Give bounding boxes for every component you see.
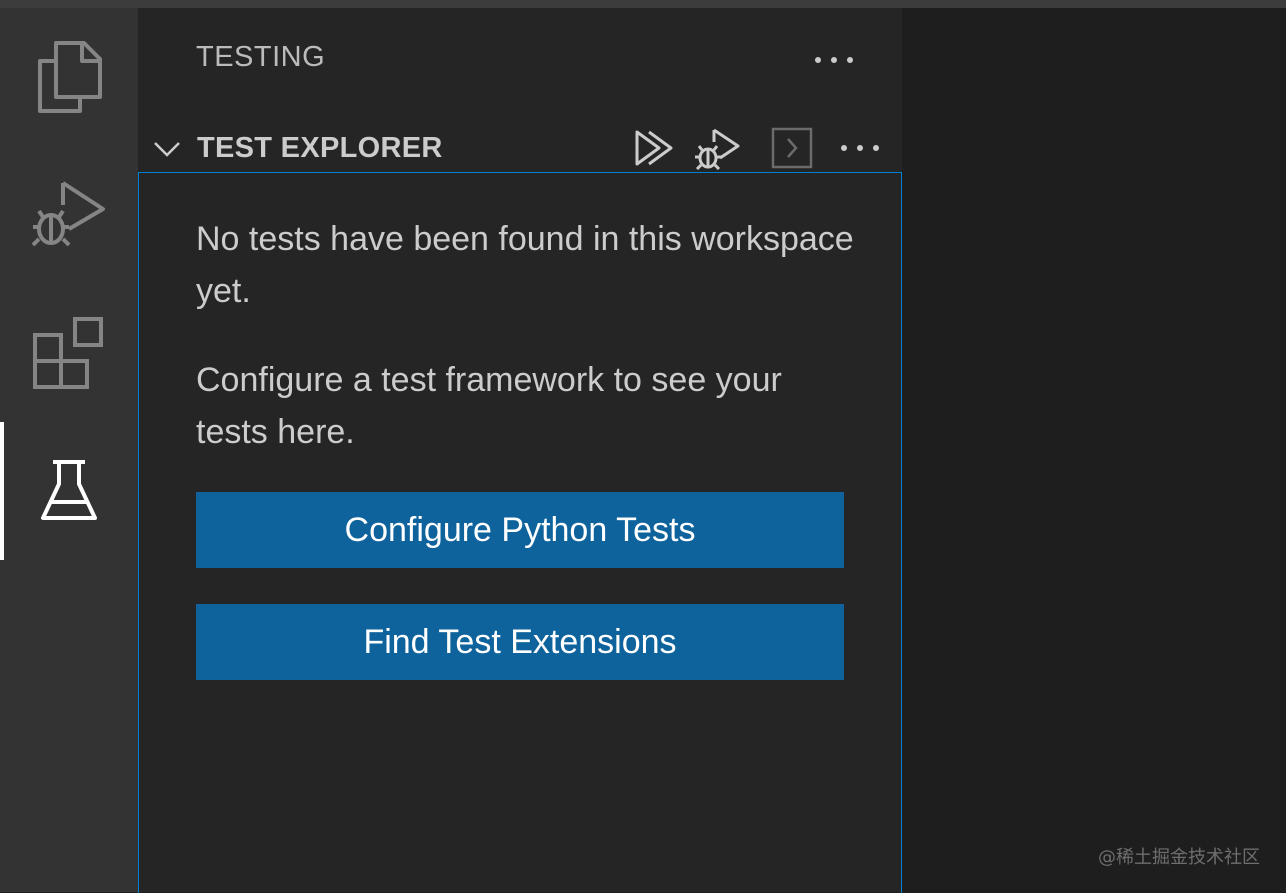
run-debug-icon	[31, 181, 105, 247]
configure-python-tests-button[interactable]: Configure Python Tests	[196, 492, 844, 568]
ellipsis-icon	[815, 57, 853, 63]
no-tests-message: No tests have been found in this workspa…	[196, 220, 854, 310]
activity-extensions[interactable]	[0, 284, 138, 422]
section-title: TEST EXPLORER	[197, 132, 443, 164]
debug-all-tests-icon	[695, 128, 740, 170]
activity-run-debug[interactable]	[0, 146, 138, 284]
chevron-down-icon[interactable]	[152, 134, 182, 164]
activity-bar	[0, 8, 138, 892]
debug-all-tests-button[interactable]	[694, 124, 742, 172]
test-explorer-header[interactable]: TEST EXPLORER	[138, 116, 902, 178]
sidebar-title: TESTING	[196, 41, 326, 73]
sidebar-more-actions[interactable]	[808, 48, 860, 72]
extensions-icon	[33, 317, 103, 389]
ellipsis-icon	[841, 145, 879, 151]
section-more-actions[interactable]	[836, 124, 884, 172]
configure-hint-message: Configure a test framework to see your t…	[196, 361, 782, 451]
testing-flask-icon	[41, 460, 97, 520]
title-bar-strip	[0, 0, 1286, 8]
find-test-extensions-button[interactable]: Find Test Extensions	[196, 604, 844, 680]
activity-explorer[interactable]	[0, 8, 138, 146]
run-all-tests-icon	[635, 130, 673, 166]
editor-area	[902, 8, 1286, 892]
show-output-icon	[771, 127, 813, 169]
watermark: @稀土掘金技术社区	[1098, 847, 1260, 868]
activity-testing[interactable]	[0, 422, 138, 560]
run-all-tests-button[interactable]	[630, 124, 678, 172]
testing-sidebar: TESTING TEST EXPLORER No tests have been…	[138, 8, 902, 893]
show-output-button[interactable]	[768, 124, 816, 172]
test-explorer-body: No tests have been found in this workspa…	[138, 172, 902, 893]
files-icon	[38, 41, 102, 113]
